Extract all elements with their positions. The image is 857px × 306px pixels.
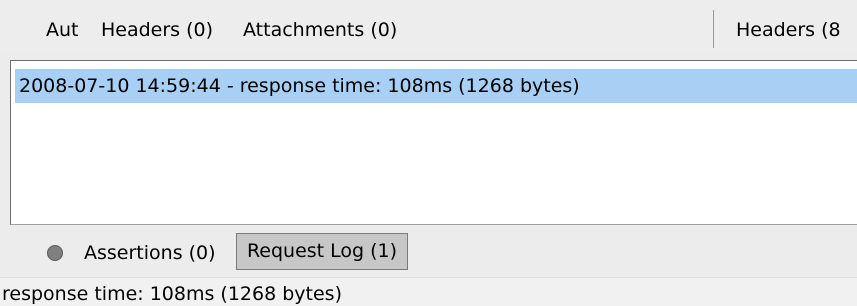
inspector-tabs: Assertions (0) Request Log (1) [0,225,857,277]
tab-response-headers[interactable]: Headers (8 [736,19,841,41]
tab-headers[interactable]: Headers (0) [101,19,213,41]
tab-request-log[interactable]: Request Log (1) [236,233,408,270]
request-log-panel: 2008-07-10 14:59:44 - response time: 108… [10,60,857,225]
split-divider[interactable] [713,10,714,48]
status-text: response time: 108ms (1268 bytes) [2,283,342,305]
tab-attachments[interactable]: Attachments (0) [243,19,397,41]
tab-auth[interactable]: Aut [46,19,79,41]
tab-assertions[interactable]: Assertions (0) [84,242,216,264]
request-log-entry-text: 2008-07-10 14:59:44 - response time: 108… [19,75,580,97]
status-bar: response time: 108ms (1268 bytes) [0,277,857,306]
request-log-entry[interactable]: 2008-07-10 14:59:44 - response time: 108… [15,69,857,103]
request-editor-tabs: Aut Headers (0) Attachments (0) Headers … [0,0,857,52]
assertion-status-icon [47,245,63,261]
